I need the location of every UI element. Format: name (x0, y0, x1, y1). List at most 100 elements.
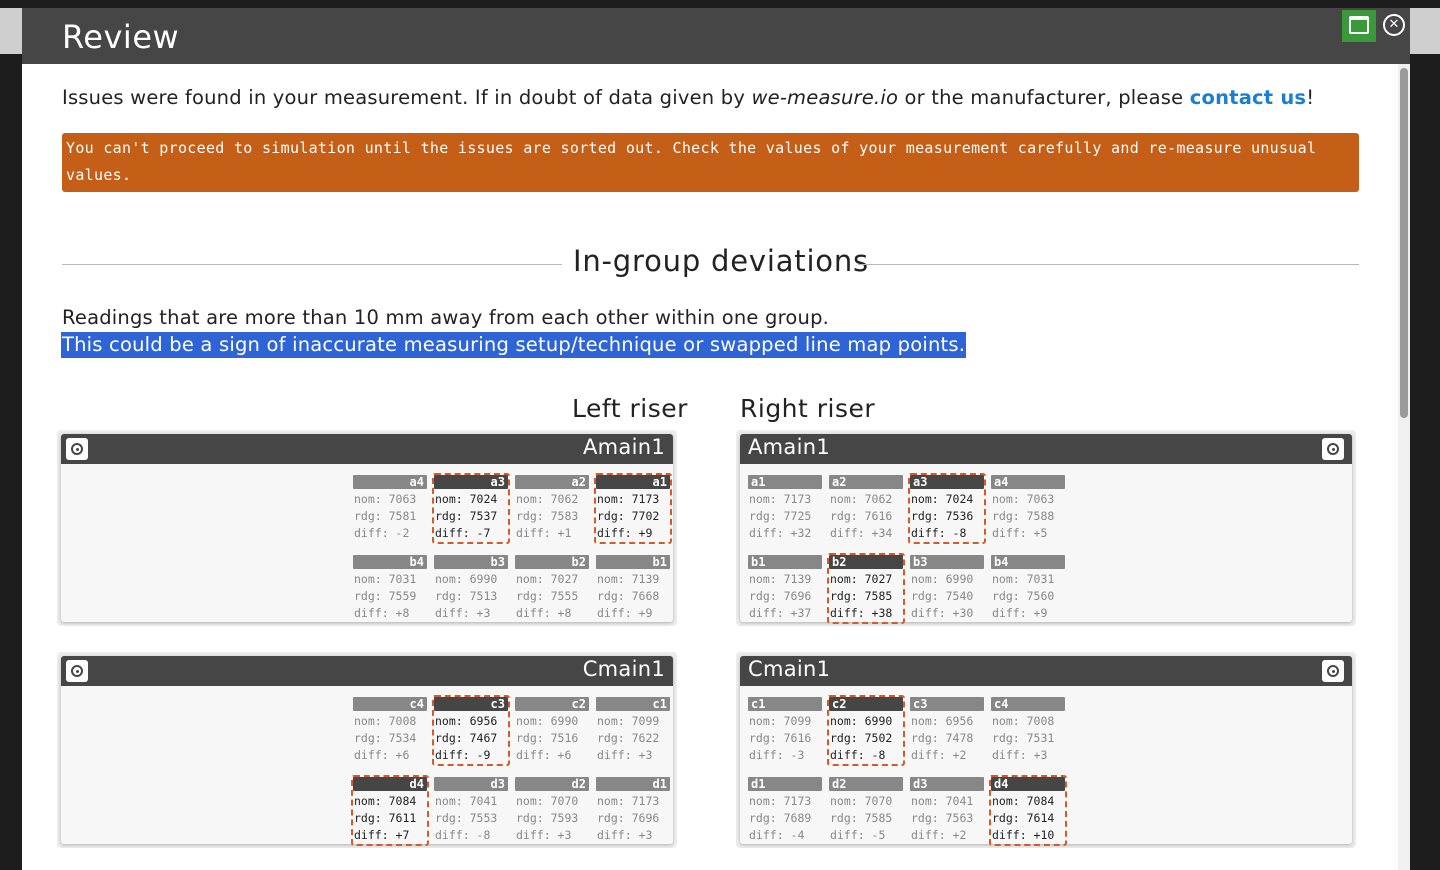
point-diff: diff: -7 (435, 526, 491, 540)
point-values: nom: 7027 rdg: 7555 diff: +8 (516, 571, 588, 622)
reset-view-icon[interactable] (66, 660, 88, 682)
point-values: nom: 7024 rdg: 7537 diff: -7 (435, 491, 507, 542)
reset-view-icon[interactable] (1322, 660, 1344, 682)
point-nom: nom: 7173 (749, 794, 812, 808)
measurement-cell-c3: c3 nom: 6956 rdg: 7478 diff: +2 (909, 696, 985, 764)
point-nom: nom: 6990 (516, 714, 579, 728)
point-nom: nom: 7062 (516, 492, 579, 506)
point-tag: b3 (434, 555, 508, 569)
point-rdg: rdg: 7725 (749, 509, 812, 523)
measurement-cell-d4: d4 nom: 7084 rdg: 7611 diff: +7 (351, 775, 429, 846)
vertical-scrollbar[interactable] (1398, 64, 1410, 870)
point-tag: d4 (991, 777, 1065, 791)
point-nom: nom: 7008 (354, 714, 417, 728)
point-tag: d3 (434, 777, 508, 791)
point-rdg: rdg: 7583 (516, 509, 579, 523)
point-nom: nom: 6956 (435, 714, 498, 728)
point-nom: nom: 7063 (354, 492, 417, 506)
scrollbar-thumb[interactable] (1400, 68, 1408, 418)
point-rdg: rdg: 7696 (749, 589, 812, 603)
point-tag: c2 (829, 697, 903, 711)
point-nom: nom: 7173 (749, 492, 812, 506)
point-rdg: rdg: 7536 (911, 509, 974, 523)
point-diff: diff: +9 (597, 526, 653, 540)
measurement-cell-a2: a2 nom: 7062 rdg: 7583 diff: +1 (514, 474, 590, 542)
point-rdg: rdg: 7696 (597, 811, 660, 825)
reset-view-icon[interactable] (1322, 438, 1344, 460)
panel-right-cmain1: Cmain1 c1 nom: 7099 rdg: 7616 diff: -3 c2 nom… (736, 652, 1356, 848)
point-rdg: rdg: 7467 (435, 731, 498, 745)
point-values: nom: 6956 rdg: 7478 diff: +2 (911, 713, 983, 764)
point-tag: d2 (829, 777, 903, 791)
modal-content: Issues were found in your measurement. I… (22, 64, 1398, 870)
point-tag: a2 (829, 475, 903, 489)
point-rdg: rdg: 7553 (435, 811, 498, 825)
point-values: nom: 7084 rdg: 7611 diff: +7 (354, 793, 426, 844)
point-diff: diff: +10 (992, 828, 1055, 842)
point-nom: nom: 7139 (597, 572, 660, 586)
point-diff: diff: -8 (830, 748, 886, 762)
point-nom: nom: 7041 (911, 794, 974, 808)
point-values: nom: 6956 rdg: 7467 diff: -9 (435, 713, 507, 764)
point-diff: diff: +6 (516, 748, 572, 762)
point-values: nom: 7173 rdg: 7696 diff: +3 (597, 793, 669, 844)
measurement-cell-b3: b3 nom: 6990 rdg: 7540 diff: +30 (909, 554, 985, 622)
point-rdg: rdg: 7531 (992, 731, 1055, 745)
measurement-cell-c1: c1 nom: 7099 rdg: 7622 diff: +3 (595, 696, 671, 764)
warning-banner: You can't proceed to simulation until th… (62, 133, 1359, 192)
point-rdg: rdg: 7563 (911, 811, 974, 825)
point-diff: diff: +38 (830, 606, 893, 620)
point-tag: d2 (515, 777, 589, 791)
point-diff: diff: +3 (597, 748, 653, 762)
measurement-cell-a2: a2 nom: 7062 rdg: 7616 diff: +34 (828, 474, 904, 542)
point-rdg: rdg: 7502 (830, 731, 893, 745)
point-nom: nom: 7024 (435, 492, 498, 506)
point-values: nom: 7041 rdg: 7553 diff: -8 (435, 793, 507, 844)
point-values: nom: 7041 rdg: 7563 diff: +2 (911, 793, 983, 844)
point-diff: diff: +9 (597, 606, 653, 620)
point-nom: nom: 7099 (597, 714, 660, 728)
point-rdg: rdg: 7622 (597, 731, 660, 745)
point-tag: a4 (353, 475, 427, 489)
point-rdg: rdg: 7668 (597, 589, 660, 603)
point-diff: diff: -5 (830, 828, 886, 842)
point-nom: nom: 7084 (354, 794, 417, 808)
point-nom: nom: 7008 (992, 714, 1055, 728)
point-nom: nom: 7099 (749, 714, 812, 728)
point-rdg: rdg: 7611 (354, 811, 417, 825)
point-tag: d4 (353, 777, 427, 791)
measurement-cell-b1: b1 nom: 7139 rdg: 7696 diff: +37 (747, 554, 823, 622)
panel-left-amain1: Amain1 a4 nom: 7063 rdg: 7581 diff: -2 a3 nom… (57, 430, 677, 626)
contact-us-link[interactable]: contact us (1190, 86, 1306, 109)
modal-title: Review (62, 18, 180, 56)
point-tag: c3 (910, 697, 984, 711)
point-diff: diff: +3 (435, 606, 491, 620)
maximize-button[interactable] (1342, 10, 1376, 42)
point-diff: diff: -4 (749, 828, 805, 842)
point-tag: b1 (596, 555, 670, 569)
measurement-cell-c3: c3 nom: 6956 rdg: 7467 diff: -9 (432, 695, 510, 766)
measurement-cell-c2: c2 nom: 6990 rdg: 7516 diff: +6 (514, 696, 590, 764)
section-divider-right (858, 264, 1359, 265)
section-description-highlighted: This could be a sign of inaccurate measu… (61, 332, 967, 358)
point-diff: diff: +7 (354, 828, 410, 842)
point-rdg: rdg: 7593 (516, 811, 579, 825)
point-diff: diff: -8 (435, 828, 491, 842)
point-values: nom: 7062 rdg: 7616 diff: +34 (830, 491, 902, 542)
point-tag: d1 (748, 777, 822, 791)
measurement-cell-d1: d1 nom: 7173 rdg: 7689 diff: -4 (747, 776, 823, 844)
point-nom: nom: 7173 (597, 794, 660, 808)
point-rdg: rdg: 7478 (911, 731, 974, 745)
reset-view-icon[interactable] (66, 438, 88, 460)
review-modal: Review ✕ Issues were found in your measu… (22, 8, 1410, 870)
point-diff: diff: +3 (597, 828, 653, 842)
measurement-cell-d2: d2 nom: 7070 rdg: 7593 diff: +3 (514, 776, 590, 844)
background-window-edge-left (0, 8, 22, 54)
point-diff: diff: +32 (749, 526, 812, 540)
point-values: nom: 7139 rdg: 7668 diff: +9 (597, 571, 669, 622)
point-rdg: rdg: 7616 (830, 509, 893, 523)
measurement-cell-a4: a4 nom: 7063 rdg: 7588 diff: +5 (990, 474, 1066, 542)
point-rdg: rdg: 7516 (516, 731, 579, 745)
close-button[interactable]: ✕ (1383, 14, 1405, 36)
modal-titlebar: Review ✕ (22, 8, 1410, 64)
